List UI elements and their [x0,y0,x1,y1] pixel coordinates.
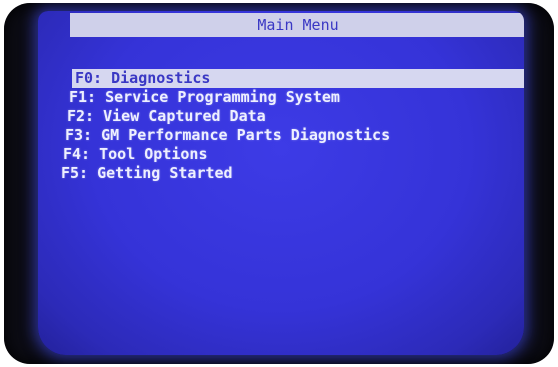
menu-item-tool-options[interactable]: F4: Tool Options [60,145,524,164]
main-menu-list: F0: Diagnostics F1: Service Programming … [61,69,524,183]
menu-item-service-programming-system[interactable]: F1: Service Programming System [66,88,524,107]
menu-item-view-captured-data[interactable]: F2: View Captured Data [64,107,524,126]
menu-item-getting-started[interactable]: F5: Getting Started [58,164,524,183]
menu-item-gm-performance-parts-diagnostics[interactable]: F3: GM Performance Parts Diagnostics [62,126,524,145]
main-menu-title: Main Menu [70,13,524,37]
device-bezel: Main Menu F0: Diagnostics F1: Service Pr… [4,3,554,364]
display-screen: Main Menu F0: Diagnostics F1: Service Pr… [38,11,524,355]
menu-item-diagnostics[interactable]: F0: Diagnostics [72,69,524,88]
